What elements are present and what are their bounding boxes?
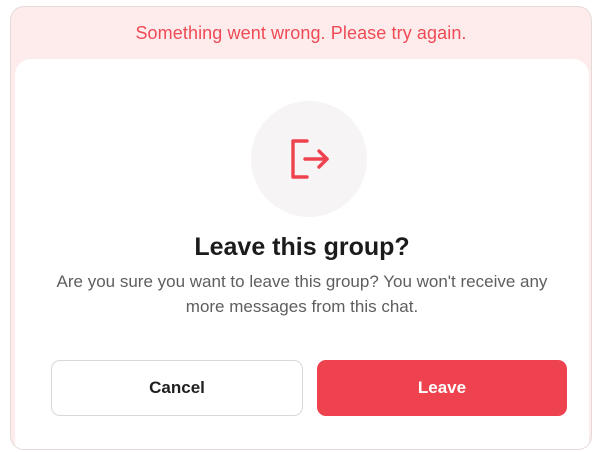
leave-group-modal: Something went wrong. Please try again. …	[10, 6, 592, 450]
leave-icon-badge	[251, 101, 367, 217]
error-banner: Something went wrong. Please try again.	[11, 7, 591, 59]
dialog-title: Leave this group?	[194, 233, 410, 261]
leave-button-label: Leave	[417, 378, 467, 397]
dialog-description: Are you sure you want to leave this grou…	[56, 272, 548, 316]
leave-icon	[291, 139, 329, 179]
cancel-button[interactable]: Cancel	[51, 360, 303, 416]
error-message: Something went wrong. Please try again.	[135, 22, 467, 43]
dialog-sheet: Leave this group? Are you sure you want …	[15, 59, 589, 449]
cancel-button-label: Cancel	[149, 378, 205, 397]
leave-button[interactable]: Leave	[317, 360, 567, 416]
